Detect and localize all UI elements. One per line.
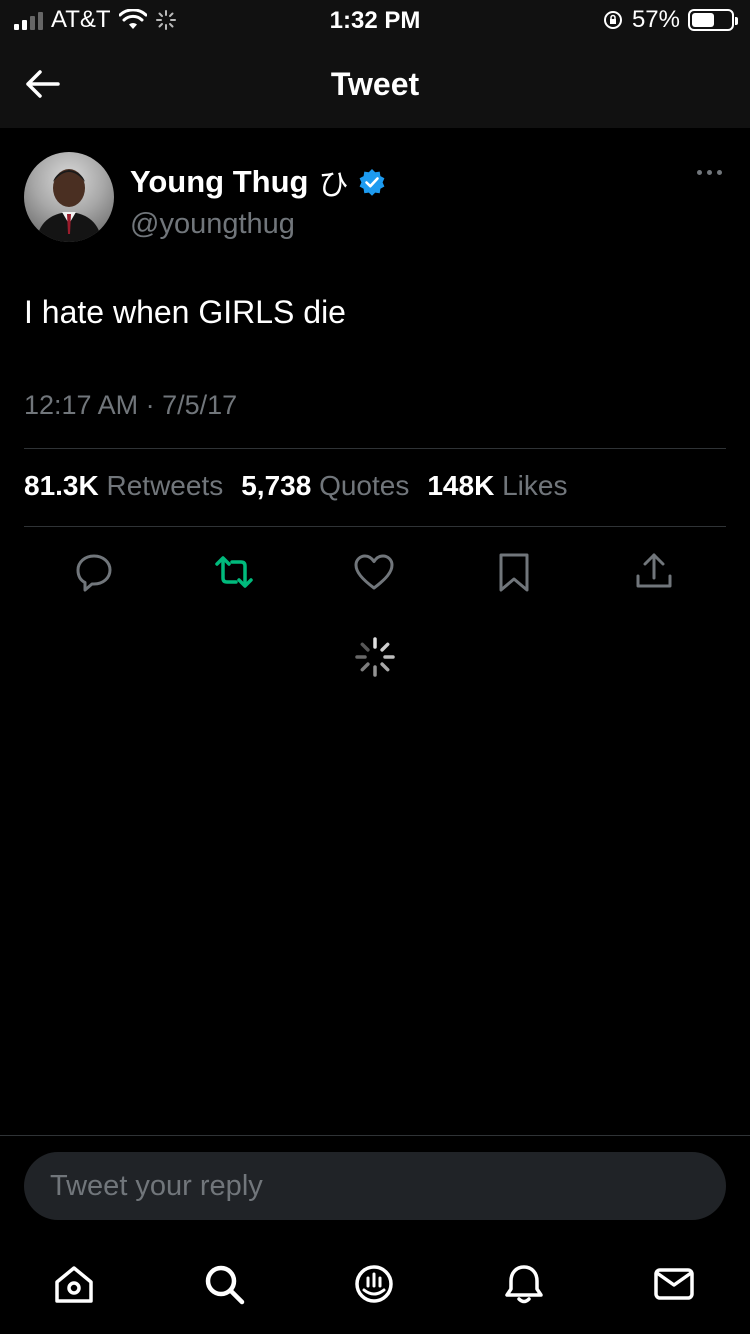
author-handle: @youngthug <box>130 208 295 240</box>
battery-icon <box>688 9 738 31</box>
notifications-icon[interactable] <box>502 1262 546 1306</box>
reply-placeholder: Tweet your reply <box>50 1169 263 1202</box>
reply-separator <box>0 1135 750 1136</box>
avatar-portrait <box>36 169 102 242</box>
orientation-lock-icon <box>603 11 622 29</box>
tweet-text: I hate when GIRLS die <box>24 294 346 330</box>
nav-bar: Tweet <box>0 40 750 128</box>
tweet-detail-screen: AT&T 1:32 PM 57% Tweet Young Thug ひ @you… <box>0 0 750 1334</box>
battery-fill <box>692 13 714 27</box>
likes-label: Likes <box>502 470 568 501</box>
tweet-stats: 81.3K Retweets 5,738 Quotes 148K Likes <box>24 470 567 502</box>
quotes-label: Quotes <box>319 470 410 501</box>
likes-count: 148K <box>427 470 495 501</box>
status-right: 57% <box>602 6 738 34</box>
divider <box>24 448 726 449</box>
tweet-author[interactable]: Young Thug ひ @youngthug <box>130 160 386 241</box>
retweets-label: Retweets <box>106 470 224 501</box>
spaces-icon[interactable] <box>352 1262 396 1306</box>
retweets-stat[interactable]: 81.3K Retweets <box>24 470 223 502</box>
more-options-icon[interactable] <box>697 170 722 175</box>
tweet-timestamp: 12:17 AM · 7/5/17 <box>24 390 238 420</box>
likes-stat[interactable]: 148K Likes <box>427 470 567 502</box>
author-name[interactable]: Young Thug <box>130 164 308 200</box>
share-icon[interactable] <box>632 550 676 594</box>
back-arrow-icon[interactable] <box>22 64 62 104</box>
battery-percent: 57% <box>631 6 680 33</box>
quotes-count: 5,738 <box>241 470 312 501</box>
quotes-stat[interactable]: 5,738 Quotes <box>241 470 409 502</box>
home-icon[interactable] <box>52 1262 96 1306</box>
loading-spinner-icon <box>355 637 395 677</box>
tweet-actions <box>0 550 750 594</box>
status-bar: AT&T 1:32 PM 57% <box>0 0 750 40</box>
reply-input[interactable]: Tweet your reply <box>24 1152 726 1220</box>
avatar[interactable] <box>24 152 114 242</box>
search-icon[interactable] <box>202 1262 246 1306</box>
verified-badge-icon <box>360 169 385 196</box>
bookmark-icon[interactable] <box>492 550 536 594</box>
divider <box>24 526 726 527</box>
messages-icon[interactable] <box>652 1262 696 1306</box>
retweet-icon[interactable] <box>212 550 256 594</box>
author-name-glyph: ひ <box>318 169 349 202</box>
retweets-count: 81.3K <box>24 470 99 501</box>
like-icon[interactable] <box>352 550 396 594</box>
page-title: Tweet <box>330 65 420 102</box>
reply-icon[interactable] <box>72 550 116 594</box>
author-name-row: Young Thug ひ <box>130 160 386 204</box>
